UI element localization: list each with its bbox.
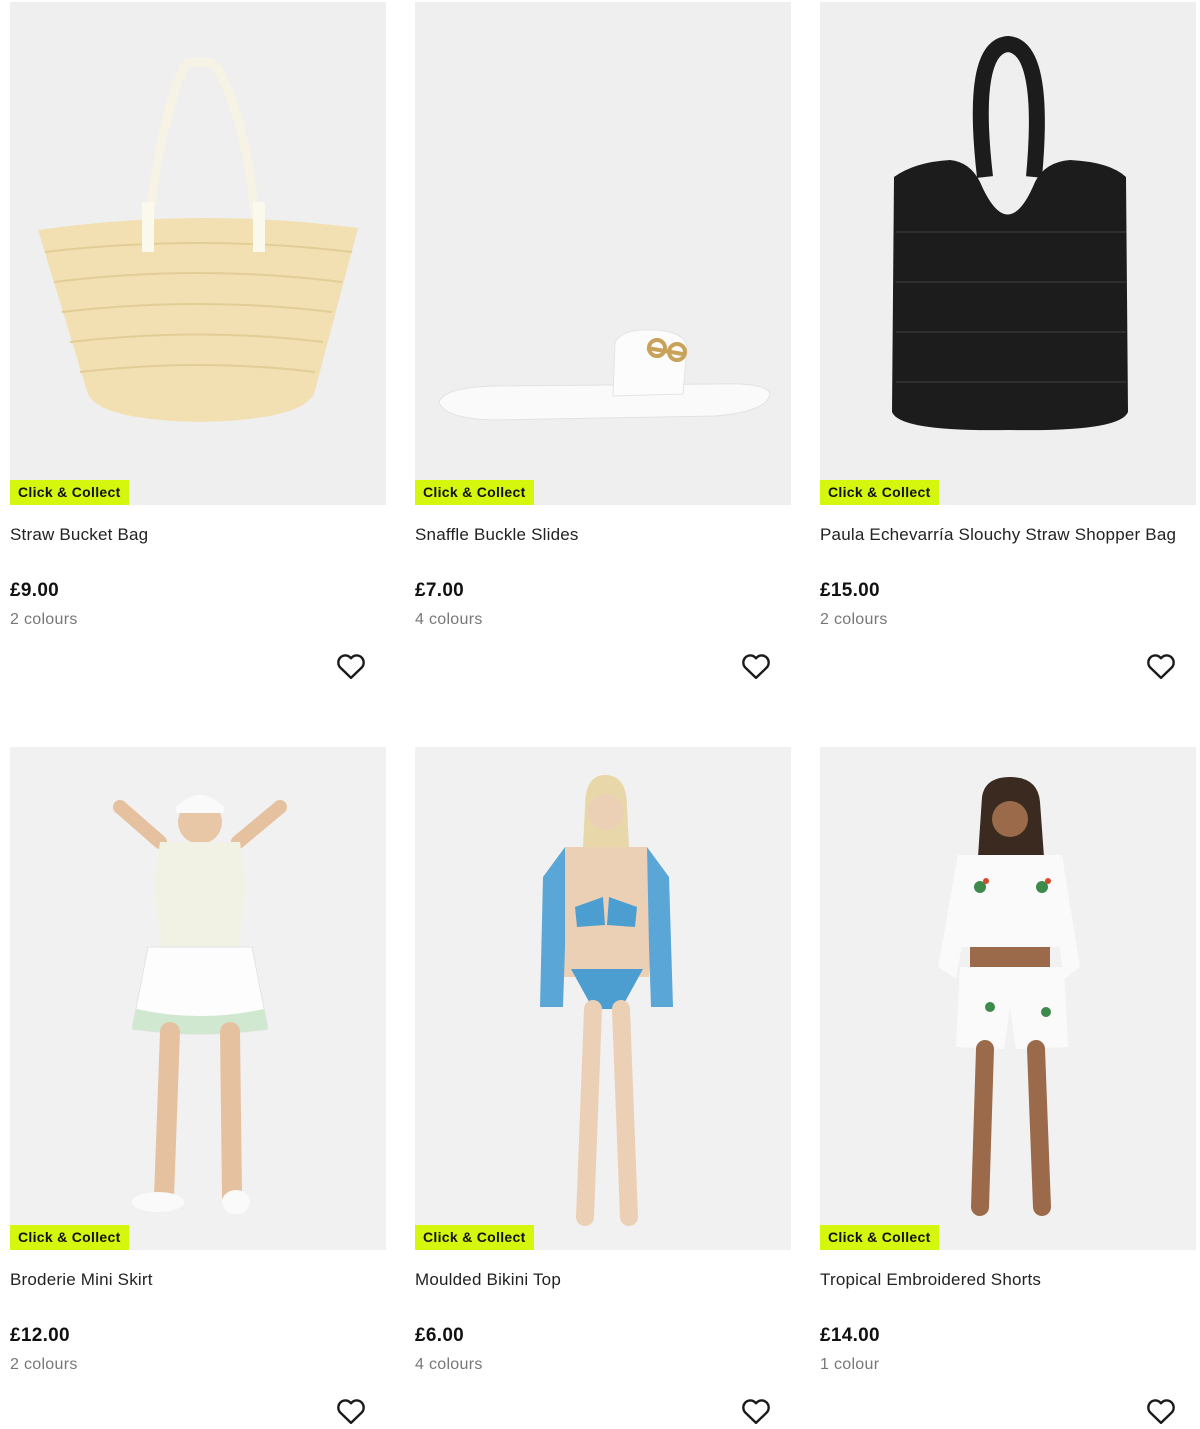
product-card[interactable]: Click & Collect Snaffle Buckle Slides £7… (415, 2, 791, 702)
product-image[interactable]: Click & Collect (10, 747, 386, 1250)
click-collect-badge: Click & Collect (10, 480, 129, 505)
product-price: £6.00 (415, 1325, 465, 1346)
product-name[interactable]: Broderie Mini Skirt (10, 1270, 153, 1290)
heart-outline-icon (1147, 654, 1175, 680)
wishlist-button[interactable] (1144, 1395, 1178, 1427)
product-name[interactable]: Moulded Bikini Top (415, 1270, 561, 1290)
product-image[interactable]: Click & Collect (820, 747, 1196, 1250)
wishlist-button[interactable] (334, 650, 368, 682)
product-price: £12.00 (10, 1325, 70, 1346)
product-colours: 2 colours (10, 1356, 78, 1373)
product-image[interactable]: Click & Collect (820, 2, 1196, 505)
product-name[interactable]: Straw Bucket Bag (10, 525, 148, 545)
heart-outline-icon (1147, 1399, 1175, 1425)
product-card[interactable]: Click & Collect Moulded Bikini Top £6.00… (415, 747, 791, 1429)
product-price: £9.00 (10, 580, 60, 601)
product-colours: 4 colours (415, 611, 483, 628)
product-card[interactable]: Click & Collect Straw Bucket Bag £9.00 2… (10, 2, 386, 702)
wishlist-button[interactable] (334, 1395, 368, 1427)
heart-outline-icon (742, 1399, 770, 1425)
product-grid: Click & Collect Straw Bucket Bag £9.00 2… (0, 0, 1200, 1429)
product-colours: 1 colour (820, 1356, 880, 1373)
heart-outline-icon (742, 654, 770, 680)
wishlist-button[interactable] (1144, 650, 1178, 682)
product-card[interactable]: Click & Collect Paula Echevarría Slouchy… (820, 2, 1196, 702)
wishlist-button[interactable] (739, 650, 773, 682)
product-image[interactable]: Click & Collect (10, 2, 386, 505)
product-card[interactable]: Click & Collect Tropical Embroidered Sho… (820, 747, 1196, 1429)
product-price: £7.00 (415, 580, 465, 601)
heart-outline-icon (337, 654, 365, 680)
product-name[interactable]: Tropical Embroidered Shorts (820, 1270, 1041, 1290)
product-name[interactable]: Snaffle Buckle Slides (415, 525, 579, 545)
click-collect-badge: Click & Collect (415, 1225, 534, 1250)
product-card[interactable]: Click & Collect Broderie Mini Skirt £12.… (10, 747, 386, 1429)
click-collect-badge: Click & Collect (10, 1225, 129, 1250)
product-image[interactable]: Click & Collect (415, 747, 791, 1250)
click-collect-badge: Click & Collect (415, 480, 534, 505)
wishlist-button[interactable] (739, 1395, 773, 1427)
heart-outline-icon (337, 1399, 365, 1425)
click-collect-badge: Click & Collect (820, 1225, 939, 1250)
product-name[interactable]: Paula Echevarría Slouchy Straw Shopper B… (820, 525, 1176, 545)
product-colours: 4 colours (415, 1356, 483, 1373)
product-price: £15.00 (820, 580, 880, 601)
product-colours: 2 colours (820, 611, 888, 628)
product-price: £14.00 (820, 1325, 880, 1346)
product-colours: 2 colours (10, 611, 78, 628)
product-image[interactable]: Click & Collect (415, 2, 791, 505)
click-collect-badge: Click & Collect (820, 480, 939, 505)
